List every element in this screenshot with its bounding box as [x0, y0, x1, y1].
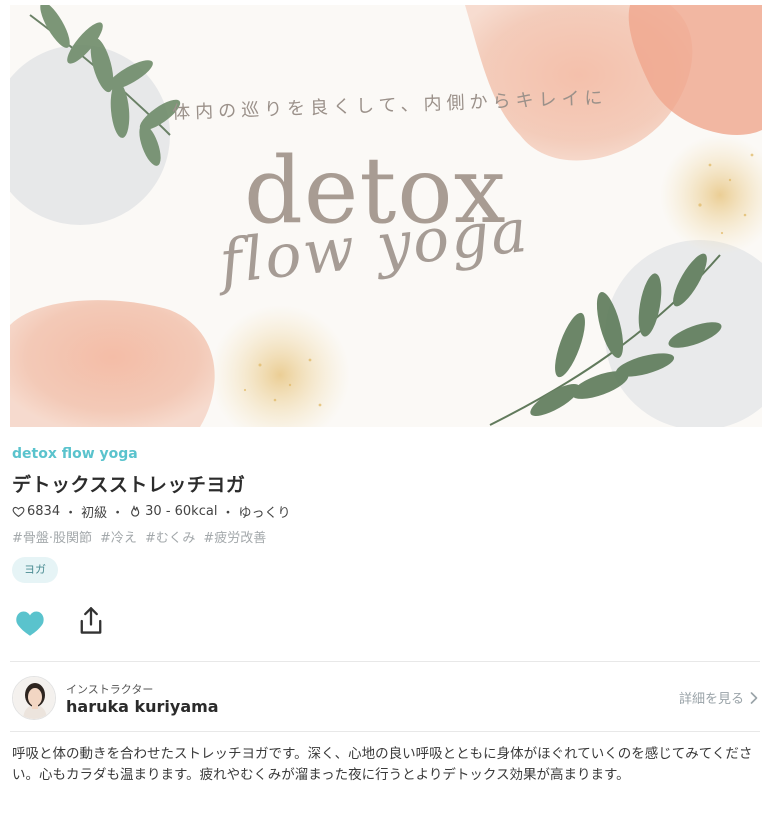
share-icon: [80, 607, 102, 634]
tag[interactable]: #むくみ: [145, 527, 195, 546]
lesson-title: デトックスストレッチヨガ: [12, 474, 246, 496]
lesson-detail-page: 体内の巡りを良くして、内側からキレイに detox flow yoga deto…: [0, 0, 766, 815]
lesson-pace: ゆっくり: [238, 506, 291, 521]
tag[interactable]: #疲労改善: [203, 527, 266, 546]
meta-separator: ・: [221, 506, 235, 521]
calories: 30 - 60kcal: [145, 504, 218, 519]
heart-icon: [16, 611, 44, 636]
instructor-details-link[interactable]: 詳細を見る: [679, 688, 758, 707]
like-button[interactable]: [14, 609, 46, 641]
avatar-image: [13, 677, 55, 719]
chevron-right-icon: [750, 691, 758, 704]
instructor-name: haruka kuriyama: [66, 697, 219, 716]
flame-icon: [128, 505, 140, 519]
share-button[interactable]: [77, 606, 105, 640]
divider: [10, 661, 760, 662]
divider: [10, 731, 760, 732]
lesson-level: 初級: [81, 506, 108, 521]
details-link-label: 詳細を見る: [678, 692, 744, 707]
program-label: detox flow yoga: [12, 446, 138, 462]
tag-list: #骨盤·股関節 #冷え #むくみ #疲労改善: [12, 527, 266, 546]
tag[interactable]: #冷え: [100, 527, 137, 546]
meta-separator: ・: [64, 506, 78, 521]
like-count: 6834: [27, 504, 61, 519]
hero-image: 体内の巡りを良くして、内側からキレイに detox flow yoga: [10, 5, 762, 427]
instructor-avatar[interactable]: [12, 676, 56, 720]
instructor-role: インストラクター: [66, 683, 154, 696]
category-chip[interactable]: ヨガ: [12, 557, 58, 583]
lesson-description: 呼吸と体の動きを合わせたストレッチヨガです。深く、心地の良い呼吸とともに身体がほ…: [12, 746, 753, 783]
tag[interactable]: #骨盤·股関節: [12, 527, 92, 546]
meta-separator: ・: [111, 506, 125, 521]
heart-outline-icon: [12, 505, 25, 518]
lesson-meta: 6834 ・ 初級 ・ 30 - 60kcal ・ ゆっくり: [12, 502, 290, 521]
